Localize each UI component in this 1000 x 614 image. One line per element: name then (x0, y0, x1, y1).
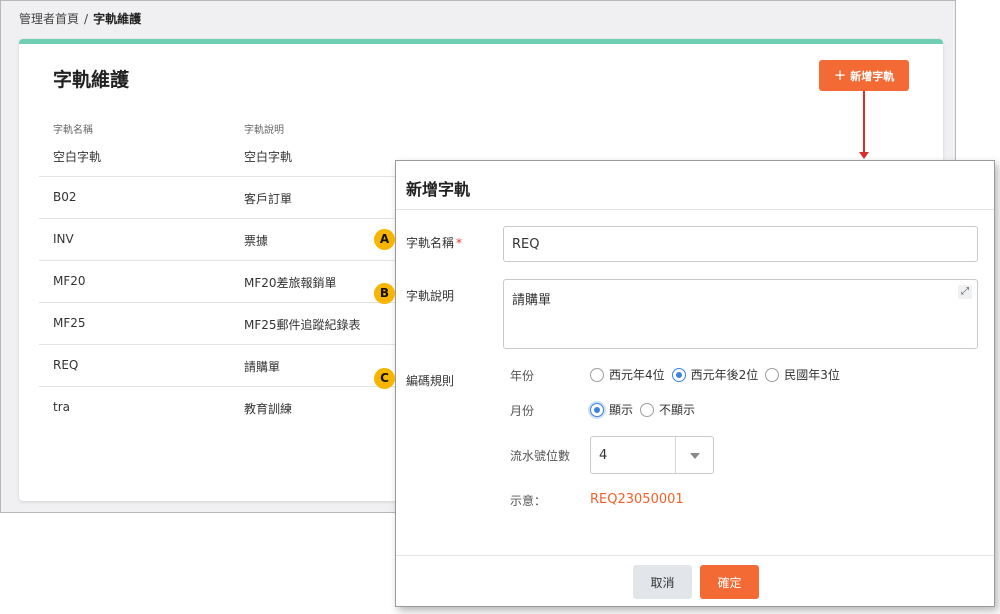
required-mark: * (456, 236, 463, 250)
preview-label: 示意： (510, 494, 547, 508)
year-label: 年份 (510, 369, 535, 383)
card-accent-bar (19, 39, 943, 44)
year-option-ad4[interactable]: 西元年4位 (590, 366, 665, 383)
cell-name: tra (53, 400, 70, 414)
dialog-header-divider (396, 209, 994, 210)
cell-description: 票據 (244, 234, 269, 248)
cell-name: 空白字軌 (53, 150, 102, 164)
cell-description: MF20差旅報銷單 (244, 276, 337, 290)
month-radio-group: 顯示 不顯示 (590, 401, 695, 418)
column-header-description: 字軌說明 (244, 125, 284, 136)
breadcrumb: 管理者首頁 / 字軌維護 (19, 10, 141, 27)
name-label-text: 字軌名稱 (406, 236, 455, 250)
cell-description: 請購單 (244, 360, 281, 374)
encoding-rule-label: 編碼規則 (406, 374, 455, 388)
description-field-label: 字軌說明 (406, 289, 455, 303)
cell-name: B02 (53, 190, 77, 204)
cancel-button[interactable]: 取消 (633, 565, 692, 599)
year-option-ad2[interactable]: 西元年後2位 (671, 366, 759, 383)
breadcrumb-home[interactable]: 管理者首頁 (19, 12, 79, 26)
add-track-button[interactable]: + 新增字軌 (819, 60, 909, 91)
dialog-footer-divider (396, 555, 994, 556)
chevron-down-icon[interactable] (690, 453, 700, 459)
cell-name: MF25 (53, 316, 86, 330)
cell-description: 空白字軌 (244, 150, 293, 164)
column-header-name: 字軌名稱 (53, 125, 93, 136)
cell-name: MF20 (53, 274, 86, 288)
month-option-label: 顯示 (609, 403, 634, 417)
serial-digits-label: 流水號位數 (510, 449, 571, 463)
annotation-arrow-head-icon (859, 152, 869, 159)
breadcrumb-separator: / (84, 12, 89, 26)
add-track-dialog: 新增字軌 字軌名稱 * REQ 字軌說明 請購單 ⤢ 編碼規則 年份 西元年4位 … (395, 160, 995, 607)
track-name-input[interactable]: REQ (503, 226, 978, 262)
track-description-textarea[interactable]: 請購單 ⤢ (503, 279, 978, 349)
radio-icon (765, 367, 780, 382)
radio-checked-icon (671, 367, 686, 382)
breadcrumb-current: 字軌維護 (93, 12, 142, 26)
serial-digits-value: 4 (599, 448, 608, 463)
month-option-hide[interactable]: 不顯示 (640, 401, 695, 418)
month-option-show[interactable]: 顯示 (590, 401, 633, 418)
year-option-label: 民國年3位 (784, 368, 840, 382)
marker-a: A (374, 229, 395, 250)
year-option-label: 西元年後2位 (690, 368, 759, 382)
preview-value: REQ23050001 (590, 492, 684, 507)
marker-c: C (374, 368, 395, 389)
serial-digits-select[interactable]: 4 (590, 436, 714, 474)
confirm-button[interactable]: 確定 (700, 565, 759, 599)
select-divider (675, 437, 676, 473)
track-description-value: 請購單 (512, 293, 552, 308)
month-label: 月份 (510, 404, 535, 418)
year-option-roc3[interactable]: 民國年3位 (765, 366, 840, 383)
cell-name: REQ (53, 358, 79, 372)
radio-icon (640, 402, 655, 417)
cell-description: MF25郵件追蹤紀錄表 (244, 318, 361, 332)
radio-icon (590, 367, 604, 382)
cell-description: 教育訓練 (244, 402, 293, 416)
expand-icon[interactable]: ⤢ (958, 285, 972, 299)
track-name-value: REQ (512, 237, 540, 252)
plus-icon: + (833, 66, 847, 84)
dialog-title: 新增字軌 (406, 180, 471, 199)
year-option-label: 西元年4位 (609, 368, 665, 382)
annotation-arrow-line (863, 91, 865, 153)
page-title: 字軌維護 (53, 69, 130, 91)
year-radio-group: 西元年4位 西元年後2位 民國年3位 (590, 366, 840, 383)
name-field-label: 字軌名稱 * (406, 234, 462, 251)
cell-name: INV (53, 232, 74, 246)
month-option-label: 不顯示 (659, 403, 696, 417)
add-track-label: 新增字軌 (850, 69, 895, 83)
cell-description: 客戶訂單 (244, 192, 293, 206)
marker-b: B (374, 283, 395, 304)
radio-checked-icon (590, 402, 604, 417)
